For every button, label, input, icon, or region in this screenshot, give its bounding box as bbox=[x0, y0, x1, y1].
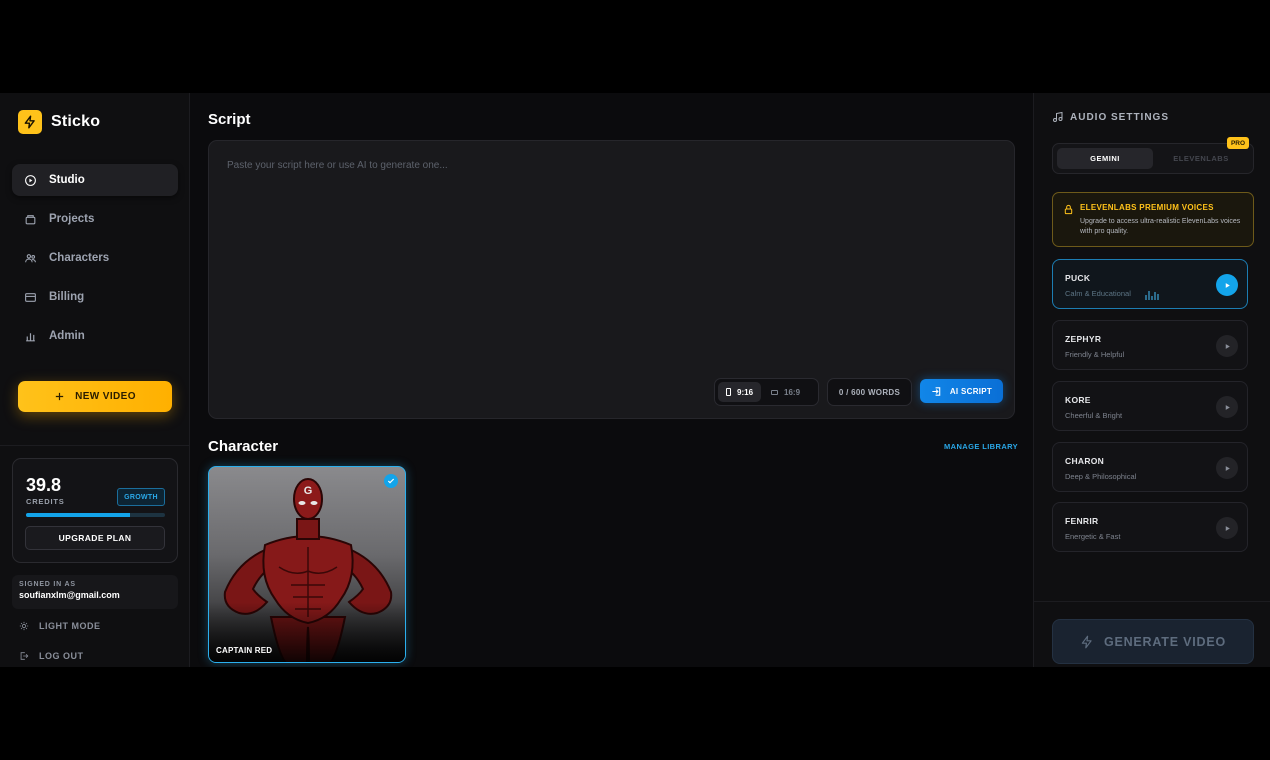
script-editor: 9:16 16:9 0 / 600 WORDS AI SCRIPT bbox=[208, 140, 1015, 419]
premium-voices-notice[interactable]: ELEVENLABS PREMIUM VOICES Upgrade to acc… bbox=[1052, 192, 1254, 247]
character-emblem: G bbox=[304, 485, 313, 497]
sidebar-item-label: Admin bbox=[49, 330, 85, 342]
ratio-label: 9:16 bbox=[737, 387, 754, 397]
credits-progress-fill bbox=[26, 513, 131, 517]
pro-badge: PRO bbox=[1227, 137, 1249, 149]
script-input[interactable] bbox=[209, 141, 1014, 418]
bar-chart-icon bbox=[26, 332, 35, 341]
play-icon[interactable] bbox=[1216, 274, 1238, 296]
voice-option-charon[interactable]: CHARON Deep & Philosophical bbox=[1052, 442, 1248, 492]
play-circle-icon bbox=[25, 174, 36, 186]
sidebar-item-admin[interactable]: Admin bbox=[12, 320, 178, 352]
credits-amount: 39.8 bbox=[26, 475, 62, 495]
light-mode-toggle[interactable]: LIGHT MODE bbox=[19, 621, 101, 631]
voice-description: Energetic & Fast bbox=[1065, 532, 1121, 541]
play-icon[interactable] bbox=[1216, 457, 1238, 479]
play-icon[interactable] bbox=[1216, 396, 1238, 418]
plus-icon bbox=[55, 392, 64, 401]
ai-script-label: AI SCRIPT bbox=[949, 386, 993, 396]
light-mode-label: LIGHT MODE bbox=[39, 621, 101, 631]
divider bbox=[0, 445, 190, 446]
play-icon[interactable] bbox=[1216, 335, 1238, 357]
sidebar-item-label: Studio bbox=[49, 174, 85, 186]
voice-description: Deep & Philosophical bbox=[1065, 472, 1137, 481]
brand-name: Sticko bbox=[51, 113, 101, 130]
audio-settings-title: AUDIO SETTINGS bbox=[1070, 111, 1170, 123]
voice-name: FENRIR bbox=[1065, 516, 1099, 526]
character-card[interactable]: G CAPTAIN RED bbox=[208, 466, 406, 663]
generate-video-label: GENERATE VIDEO bbox=[1103, 634, 1227, 649]
credits-label: CREDITS bbox=[26, 497, 65, 506]
voice-name: CHARON bbox=[1065, 456, 1105, 466]
tab-gemini[interactable]: GEMINI bbox=[1057, 148, 1153, 169]
account-box: SIGNED IN AS soufianxlm@gmail.com bbox=[12, 575, 178, 609]
aspect-ratio-toggle: 9:16 16:9 bbox=[714, 378, 819, 406]
voice-option-zephyr[interactable]: ZEPHYR Friendly & Helpful bbox=[1052, 320, 1248, 370]
signed-in-label: SIGNED IN AS bbox=[19, 581, 76, 588]
plan-badge: GROWTH bbox=[117, 488, 165, 506]
voice-provider-tabs: GEMINI ELEVENLABS PRO bbox=[1052, 137, 1254, 174]
account-email: soufianxlm@gmail.com bbox=[19, 590, 120, 600]
new-video-label: NEW VIDEO bbox=[75, 391, 136, 402]
voice-description: Calm & Educational bbox=[1065, 289, 1131, 298]
check-icon bbox=[384, 474, 398, 488]
lock-icon bbox=[1064, 204, 1073, 215]
users-icon bbox=[25, 253, 36, 262]
new-video-button[interactable]: NEW VIDEO bbox=[18, 381, 172, 412]
sidebar-item-characters[interactable]: Characters bbox=[12, 242, 178, 274]
folder-icon bbox=[25, 214, 36, 224]
voice-name: KORE bbox=[1065, 395, 1091, 405]
divider bbox=[1034, 601, 1270, 602]
tab-elevenlabs[interactable]: ELEVENLABS bbox=[1153, 148, 1249, 169]
script-section-title: Script bbox=[208, 111, 251, 128]
brand[interactable]: Sticko bbox=[18, 110, 100, 134]
audio-wave-icon bbox=[1145, 291, 1159, 300]
sidebar-item-label: Billing bbox=[49, 291, 85, 303]
sidebar-nav: Studio Projects Characters Billing Admin bbox=[12, 164, 178, 359]
ratio-label: 16:9 bbox=[784, 387, 801, 397]
character-section-title: Character bbox=[208, 438, 279, 455]
bolt-logo-icon bbox=[18, 110, 42, 134]
logout-icon bbox=[20, 652, 29, 660]
app-window: Sticko Studio Projects Characters Billin… bbox=[0, 93, 1270, 667]
sun-icon bbox=[19, 621, 29, 631]
ai-script-button[interactable]: AI SCRIPT bbox=[920, 379, 1003, 403]
voice-option-puck[interactable]: PUCK Calm & Educational bbox=[1052, 259, 1248, 309]
sidebar-item-label: Projects bbox=[49, 213, 95, 225]
music-note-icon bbox=[1053, 111, 1063, 122]
play-icon[interactable] bbox=[1216, 517, 1238, 539]
character-name: CAPTAIN RED bbox=[216, 646, 273, 655]
login-arrow-icon bbox=[932, 386, 941, 396]
credit-card-icon bbox=[25, 292, 36, 302]
ratio-9-16-button[interactable]: 9:16 bbox=[718, 382, 762, 402]
word-count: 0 / 600 WORDS bbox=[827, 378, 912, 406]
logout-button[interactable]: LOG OUT bbox=[19, 651, 84, 661]
audio-panel: AUDIO SETTINGS GEMINI ELEVENLABS PRO ELE… bbox=[1033, 93, 1270, 667]
bolt-icon bbox=[1081, 635, 1092, 648]
sidebar-item-studio[interactable]: Studio bbox=[12, 164, 178, 196]
voice-description: Cheerful & Bright bbox=[1065, 411, 1123, 420]
voice-description: Friendly & Helpful bbox=[1065, 350, 1125, 359]
generate-video-button[interactable]: GENERATE VIDEO bbox=[1052, 619, 1254, 664]
logout-label: LOG OUT bbox=[39, 651, 84, 661]
voice-option-kore[interactable]: KORE Cheerful & Bright bbox=[1052, 381, 1248, 431]
sidebar-item-label: Characters bbox=[49, 252, 110, 264]
credits-progress-bar bbox=[26, 513, 165, 517]
ratio-16-9-button[interactable]: 16:9 bbox=[763, 382, 808, 402]
upgrade-plan-button[interactable]: UPGRADE PLAN bbox=[25, 526, 165, 550]
main-content: Script 9:16 16:9 0 / 600 WORDS AI SCRIPT… bbox=[191, 93, 1033, 667]
voice-name: PUCK bbox=[1065, 273, 1091, 283]
sidebar-item-billing[interactable]: Billing bbox=[12, 281, 178, 313]
audio-settings-header: AUDIO SETTINGS bbox=[1052, 111, 1169, 123]
voice-name: ZEPHYR bbox=[1065, 334, 1102, 344]
sidebar: Sticko Studio Projects Characters Billin… bbox=[0, 93, 190, 667]
premium-title: ELEVENLABS PREMIUM VOICES bbox=[1080, 203, 1214, 212]
manage-library-link[interactable]: MANAGE LIBRARY bbox=[944, 442, 1018, 451]
premium-description: Upgrade to access ultra-realistic Eleven… bbox=[1080, 218, 1241, 235]
portrait-icon bbox=[726, 388, 731, 396]
sidebar-item-projects[interactable]: Projects bbox=[12, 203, 178, 235]
voice-option-fenrir[interactable]: FENRIR Energetic & Fast bbox=[1052, 502, 1248, 552]
credits-card: 39.8 CREDITS GROWTH UPGRADE PLAN bbox=[12, 458, 178, 563]
landscape-icon bbox=[771, 389, 779, 395]
